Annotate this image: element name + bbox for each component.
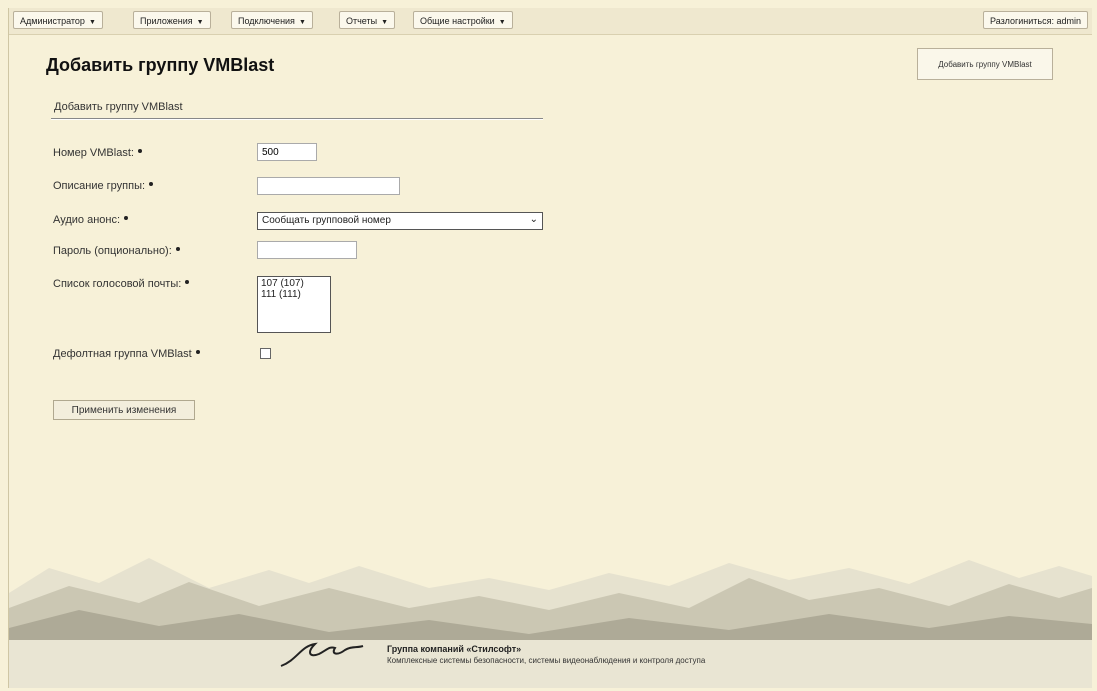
listbox-option[interactable]: 107 (107) <box>261 278 327 289</box>
default-group-checkbox[interactable] <box>260 348 271 359</box>
label-text: Аудио анонс: <box>53 214 121 226</box>
caret-down-icon: ▼ <box>298 19 306 26</box>
required-dot-icon <box>195 350 200 354</box>
chevron-down-icon: ⌄ <box>529 214 538 225</box>
audio-announcement-select[interactable]: Сообщать групповой номер ⌄ <box>257 212 543 230</box>
section-title: Добавить группу VMBlast <box>54 101 183 113</box>
listbox-option[interactable]: 111 (111) <box>261 289 327 300</box>
selected-value: Сообщать групповой номер <box>262 215 391 226</box>
menu-label: Подключения <box>238 16 295 26</box>
company-logo <box>280 642 364 667</box>
menu-general-settings[interactable]: Общие настройки ▼ <box>413 11 513 29</box>
add-vmblast-group-button[interactable]: Добавить группу VMBlast <box>917 48 1053 80</box>
caret-down-icon: ▼ <box>381 19 389 26</box>
logout-button[interactable]: Разлогиниться: admin <box>983 11 1088 29</box>
menu-administrator[interactable]: Администратор ▼ <box>13 11 103 29</box>
required-dot-icon <box>149 182 154 186</box>
menu-label: Отчеты <box>346 16 378 26</box>
menu-label: Общие настройки <box>420 16 495 26</box>
group-description-input[interactable] <box>257 177 400 195</box>
label-text: Номер VMBlast: <box>53 147 134 159</box>
label-text: Список голосовой почты: <box>53 278 182 290</box>
caret-down-icon: ▼ <box>196 19 204 26</box>
required-dot-icon <box>124 216 129 220</box>
menu-applications[interactable]: Приложения ▼ <box>133 11 211 29</box>
voicemail-list-label: Список голосовой почты: <box>53 278 190 290</box>
required-dot-icon <box>137 149 142 153</box>
vmblast-number-label: Номер VMBlast: <box>53 147 142 159</box>
caret-down-icon: ▼ <box>88 19 96 26</box>
menu-connections[interactable]: Подключения ▼ <box>231 11 313 29</box>
menu-reports[interactable]: Отчеты ▼ <box>339 11 396 29</box>
password-label: Пароль (опционально): <box>53 245 180 257</box>
label-text: Дефолтная группа VMBlast <box>53 348 192 360</box>
top-menu-bar: Администратор ▼ Приложения ▼ Подключения ▼ … <box>9 8 1092 35</box>
password-input[interactable] <box>257 241 357 259</box>
vmblast-number-input[interactable] <box>257 143 317 161</box>
mountains-decoration <box>9 548 1092 688</box>
audio-announcement-label: Аудио анонс: <box>53 214 129 226</box>
required-dot-icon <box>175 247 180 251</box>
default-group-label: Дефолтная группа VMBlast <box>53 348 200 360</box>
menu-label: Приложения <box>140 16 193 26</box>
label-text: Описание группы: <box>53 180 146 192</box>
section-divider <box>51 118 543 120</box>
label-text: Пароль (опционально): <box>53 245 172 257</box>
required-dot-icon <box>185 280 190 284</box>
group-description-label: Описание группы: <box>53 180 154 192</box>
page-title: Добавить группу VMBlast <box>46 55 275 75</box>
footer-brand: Группа компаний «Стилсофт» <box>387 644 522 654</box>
caret-down-icon: ▼ <box>498 19 506 26</box>
footer-tagline: Комплексные системы безопасности, систем… <box>387 656 706 665</box>
apply-changes-button[interactable]: Применить изменения <box>53 400 195 420</box>
voicemail-listbox[interactable]: 107 (107) 111 (111) <box>257 276 331 333</box>
app-window: Администратор ▼ Приложения ▼ Подключения ▼ … <box>8 8 1092 688</box>
menu-label: Администратор <box>20 16 85 26</box>
